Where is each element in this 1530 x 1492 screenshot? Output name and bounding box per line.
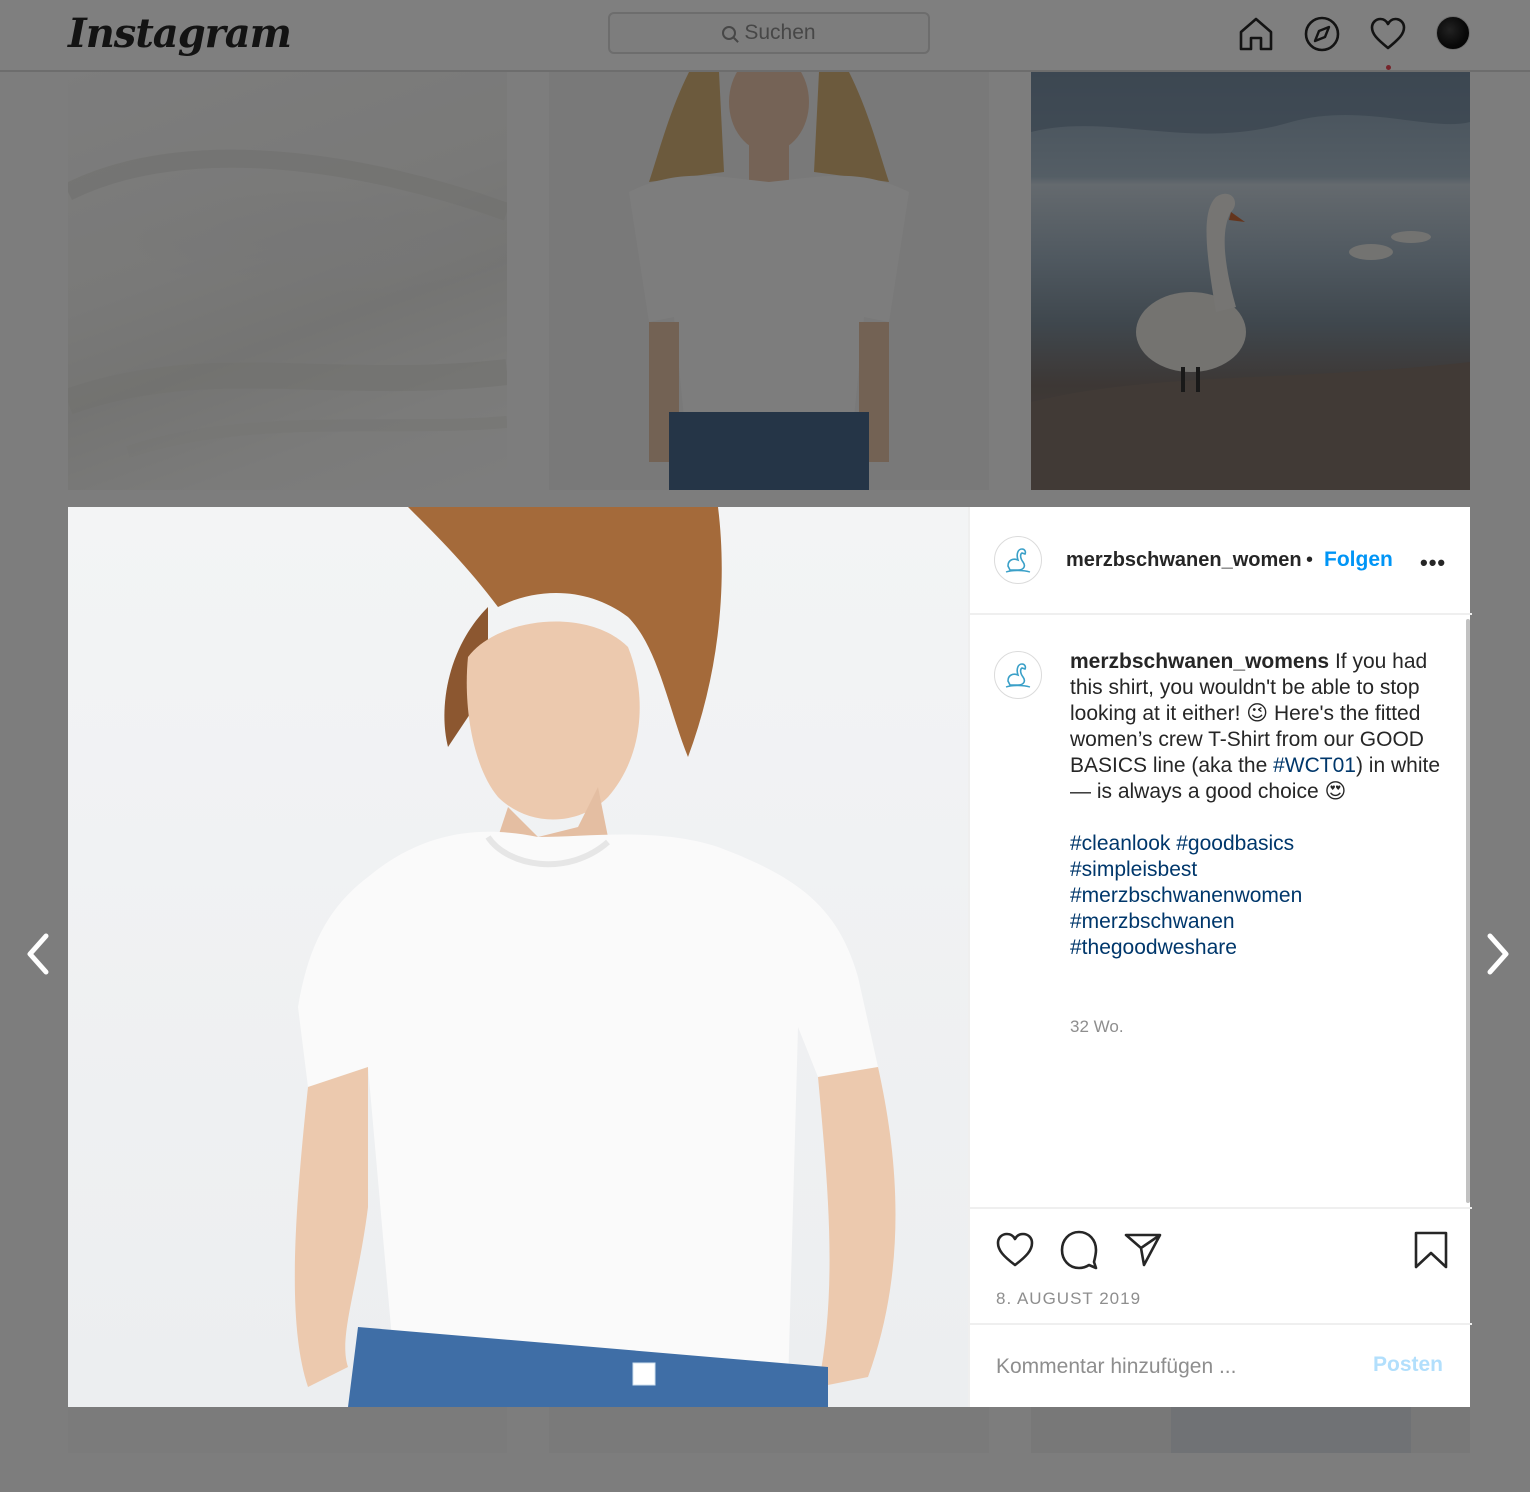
- hashtag[interactable]: #merzbschwanenwomen: [1070, 884, 1302, 907]
- follow-button[interactable]: Folgen: [1324, 548, 1393, 572]
- like-icon[interactable]: [994, 1229, 1036, 1271]
- post-date[interactable]: 8. AUGUST 2019: [996, 1289, 1141, 1309]
- hashtag[interactable]: #simpleisbest: [1070, 858, 1197, 881]
- next-post-arrow-icon[interactable]: [1480, 930, 1516, 978]
- more-options-icon[interactable]: •••: [1420, 550, 1446, 576]
- comment-bar: Posten: [970, 1323, 1472, 1407]
- comment-input[interactable]: [996, 1347, 1336, 1387]
- comment-icon[interactable]: [1058, 1229, 1100, 1271]
- hashtag[interactable]: #goodbasics: [1176, 832, 1294, 855]
- share-icon[interactable]: [1122, 1229, 1164, 1271]
- previous-post-arrow-icon[interactable]: [20, 930, 56, 978]
- post-modal: merzbschwanen_womens • Folgen ••• merzbs…: [68, 507, 1472, 1407]
- hashtag-inline[interactable]: #WCT01: [1273, 754, 1356, 777]
- hashtag[interactable]: #thegoodweshare: [1070, 936, 1237, 959]
- save-icon[interactable]: [1410, 1229, 1452, 1271]
- caption-avatar-icon[interactable]: [994, 651, 1042, 699]
- post-header: merzbschwanen_womens • Folgen •••: [970, 507, 1472, 615]
- post-author-username[interactable]: merzbschwanen_womens: [1066, 549, 1302, 572]
- caption-username[interactable]: merzbschwanen_womens: [1070, 650, 1329, 673]
- post-actions: 8. AUGUST 2019: [970, 1207, 1472, 1323]
- separator-dot: •: [1306, 549, 1314, 571]
- caption-time-ago[interactable]: 32 Wo.: [1070, 1017, 1124, 1037]
- post-comment-button[interactable]: Posten: [1373, 1353, 1443, 1377]
- hashtag[interactable]: #merzbschwanen: [1070, 910, 1235, 933]
- caption-text: merzbschwanen_womens If you had this shi…: [1070, 649, 1440, 961]
- caption-section: merzbschwanen_womens If you had this shi…: [970, 615, 1470, 1207]
- post-photo[interactable]: [68, 507, 968, 1407]
- hashtag[interactable]: #cleanlook: [1070, 832, 1170, 855]
- swan-logo-avatar-icon[interactable]: [994, 536, 1042, 584]
- caption-scrollbar[interactable]: [1466, 619, 1470, 1203]
- post-sidebar: merzbschwanen_womens • Folgen ••• merzbs…: [968, 507, 1472, 1407]
